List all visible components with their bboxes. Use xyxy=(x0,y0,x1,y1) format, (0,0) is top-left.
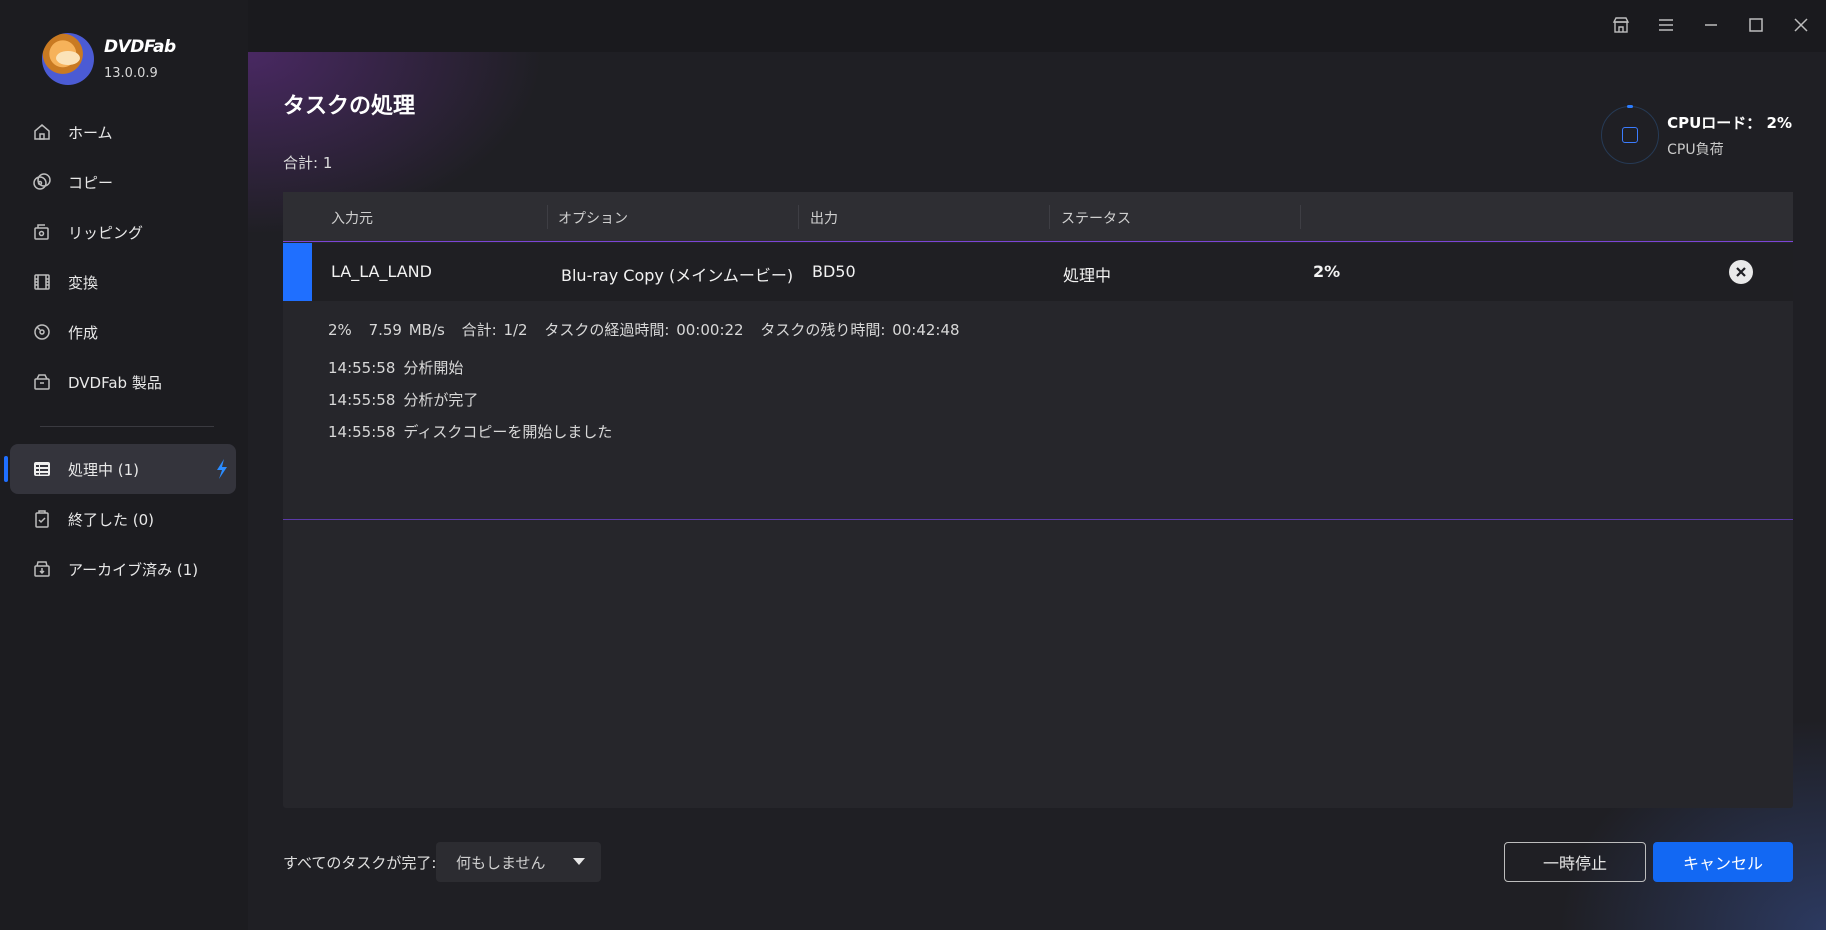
task-total: 合計: 1 xyxy=(283,154,333,172)
table-row[interactable]: LA_LA_LAND Blu-ray Copy (メインムービー) BD50 処… xyxy=(283,243,1793,301)
progress-remaining: タスクの残り時間: 00:42:48 xyxy=(760,321,960,339)
sidebar-item-label: 処理中 (1) xyxy=(68,460,140,479)
log-entry: 14:55:58 分析が完了 xyxy=(328,389,478,410)
task-table: 入力元 オプション 出力 ステータス LA_LA_LAND Blu-ray Co… xyxy=(283,192,1793,808)
cpu-load: CPUロード： 2% xyxy=(1667,113,1792,132)
sidebar-item-copy[interactable]: コピー xyxy=(0,157,248,207)
log-message: 分析開始 xyxy=(403,359,464,377)
sidebar-item-convert[interactable]: 変換 xyxy=(0,257,248,307)
remove-task-button[interactable] xyxy=(1729,260,1753,284)
table-header: 入力元 オプション 出力 ステータス xyxy=(283,192,1793,242)
page-title: タスクの処理 xyxy=(283,94,416,119)
task-nav: 処理中 (1) 終了した (0) アーカイブ済み (1) xyxy=(0,444,248,594)
maximize-icon xyxy=(1749,18,1763,32)
log-time: 14:55:58 xyxy=(328,359,396,377)
sidebar-item-label: 変換 xyxy=(68,273,99,292)
sidebar-item-finished[interactable]: 終了した (0) xyxy=(0,494,248,544)
maximize-button[interactable] xyxy=(1743,12,1769,38)
sidebar-item-label: 作成 xyxy=(68,323,99,342)
lightning-bolt-icon xyxy=(217,459,227,479)
archive-icon xyxy=(32,559,52,579)
film-icon xyxy=(32,272,52,292)
column-separator xyxy=(1049,205,1050,229)
column-separator xyxy=(798,205,799,229)
log-message: ディスクコピーを開始しました xyxy=(403,423,613,441)
sidebar: DVDFab 13.0.0.9 ホーム コピー リッピング 変換 作成 DVDF… xyxy=(0,0,248,930)
hamburger-menu-icon xyxy=(1659,19,1673,31)
log-time: 14:55:58 xyxy=(328,391,396,409)
sidebar-item-ripping[interactable]: リッピング xyxy=(0,207,248,257)
log-entry: 14:55:58 ディスクコピーを開始しました xyxy=(328,421,612,442)
cancel-button[interactable]: キャンセル xyxy=(1653,842,1793,882)
menu-button[interactable] xyxy=(1653,12,1679,38)
header-status: ステータス xyxy=(1061,211,1131,227)
clipboard-check-icon xyxy=(32,509,52,529)
cpu-label: CPU負荷 xyxy=(1667,141,1724,158)
app-version: 13.0.0.9 xyxy=(104,66,158,81)
dvdfab-logo xyxy=(42,33,94,85)
store-icon xyxy=(1612,17,1630,33)
cpu-chip-icon xyxy=(1622,127,1639,143)
close-window-button[interactable] xyxy=(1788,12,1814,38)
sidebar-item-label: ホーム xyxy=(68,123,113,142)
sidebar-item-label: コピー xyxy=(68,173,114,192)
title-bar xyxy=(248,0,1826,52)
store-button[interactable] xyxy=(1608,12,1634,38)
log-entry: 14:55:58 分析開始 xyxy=(328,357,463,378)
minimize-button[interactable] xyxy=(1698,12,1724,38)
sidebar-item-home[interactable]: ホーム xyxy=(0,107,248,157)
copy-icon xyxy=(32,172,52,192)
cell-option: Blu-ray Copy (メインムービー) xyxy=(561,266,794,285)
cpu-indicator: CPUロード： 2% CPU負荷 xyxy=(1601,105,1792,164)
sidebar-item-label: アーカイブ済み (1) xyxy=(68,560,199,579)
cell-status: 処理中 xyxy=(1063,266,1112,285)
progress-count: 合計: 1/2 xyxy=(461,321,528,339)
minimize-icon xyxy=(1705,24,1717,26)
pause-button[interactable]: 一時停止 xyxy=(1504,842,1646,882)
sidebar-item-label: リッピング xyxy=(68,223,144,242)
main-panel: タスクの処理 合計: 1 CPUロード： 2% CPU負荷 入力元 オプション … xyxy=(248,52,1826,930)
log-time: 14:55:58 xyxy=(328,423,396,441)
progress-percent: 2% xyxy=(328,321,352,339)
row-selected-marker xyxy=(283,243,312,301)
cell-output: BD50 xyxy=(812,262,856,281)
sidebar-divider xyxy=(40,426,214,427)
app-name: DVDFab xyxy=(104,37,176,57)
sidebar-item-processing[interactable]: 処理中 (1) xyxy=(4,444,236,494)
chevron-down-icon xyxy=(573,858,585,865)
header-option: オプション xyxy=(558,211,628,227)
sidebar-item-label: 終了した (0) xyxy=(68,510,155,529)
close-icon xyxy=(1794,18,1808,32)
task-list-icon xyxy=(32,459,52,479)
ripping-icon xyxy=(32,222,52,242)
sidebar-item-products[interactable]: DVDFab 製品 xyxy=(0,357,248,407)
main-nav: ホーム コピー リッピング 変換 作成 DVDFab 製品 xyxy=(0,107,248,407)
cell-source: LA_LA_LAND xyxy=(331,262,432,281)
after-tasks-label: すべてのタスクが完了: xyxy=(283,854,437,872)
sidebar-item-create[interactable]: 作成 xyxy=(0,307,248,357)
disc-create-icon xyxy=(32,322,52,342)
progress-summary: 2% 7.59 MB/s 合計: 1/2 タスクの経過時間: 00:00:22 … xyxy=(328,319,970,340)
close-icon xyxy=(1736,267,1746,277)
progress-elapsed: タスクの経過時間: 00:00:22 xyxy=(544,321,744,339)
header-source: 入力元 xyxy=(331,211,373,227)
after-tasks-select[interactable]: 何もしません xyxy=(436,842,601,882)
header-output: 出力 xyxy=(810,211,838,227)
cpu-ring xyxy=(1601,105,1660,164)
sidebar-item-archived[interactable]: アーカイブ済み (1) xyxy=(0,544,248,594)
progress-speed: 7.59 MB/s xyxy=(368,321,445,339)
task-detail: 2% 7.59 MB/s 合計: 1/2 タスクの経過時間: 00:00:22 … xyxy=(283,301,1793,520)
cell-percent: 2% xyxy=(1313,262,1341,281)
column-separator xyxy=(547,205,548,229)
log-message: 分析が完了 xyxy=(403,391,479,409)
products-box-icon xyxy=(32,372,52,392)
sidebar-item-label: DVDFab 製品 xyxy=(68,373,162,392)
column-separator xyxy=(1300,205,1301,229)
after-tasks-value: 何もしません xyxy=(456,853,546,872)
home-icon xyxy=(32,122,52,142)
brand: DVDFab 13.0.0.9 xyxy=(42,33,176,85)
